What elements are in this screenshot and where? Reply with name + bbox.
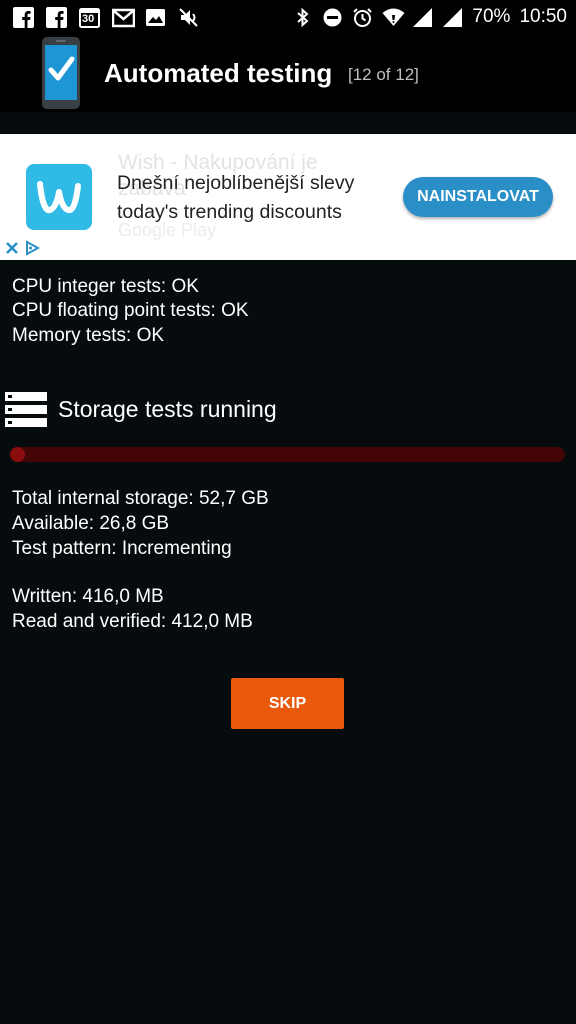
gallery-icon (145, 7, 166, 28)
ad-banner[interactable]: Wish - Nakupování je zábava Google Play … (0, 134, 576, 260)
close-icon[interactable] (4, 240, 20, 256)
signal-icon (442, 7, 463, 28)
signal-icon (412, 7, 433, 28)
bluetooth-icon (292, 7, 313, 28)
facebook-icon (46, 6, 67, 28)
total-storage: Total internal storage: 52,7 GB (12, 488, 269, 509)
calendar-icon: 30 (79, 7, 100, 28)
ad-subline[interactable]: today's trending discounts (117, 201, 342, 224)
cpu-float-result: CPU floating point tests: OK (12, 300, 249, 321)
wish-logo[interactable] (26, 164, 92, 230)
storage-progress-fill (10, 447, 25, 462)
cpu-integer-result: CPU integer tests: OK (12, 276, 199, 297)
system-icons: 70% 10:50 (283, 6, 567, 28)
gmail-icon (111, 7, 136, 28)
battery-percent: 70% (472, 6, 511, 27)
phone-check-icon (42, 37, 80, 109)
available-storage: Available: 26,8 GB (12, 513, 170, 534)
calendar-day: 30 (82, 12, 95, 25)
ad-choices-icon[interactable] (24, 240, 41, 256)
test-pattern: Test pattern: Incrementing (12, 538, 232, 559)
test-counter: [12 of 12] (348, 65, 419, 84)
dnd-icon (322, 7, 343, 28)
facebook-icon (13, 6, 34, 28)
status-bar: 30 70% 10:50 (0, 0, 576, 34)
ad-headline[interactable]: Dnešní nejoblíbenější slevy (117, 172, 354, 195)
page-title: Automated testing (104, 58, 333, 88)
storage-status-title: Storage tests running (58, 396, 277, 422)
clock: 10:50 (519, 6, 567, 27)
skip-button[interactable]: SKIP (231, 678, 344, 729)
wifi-icon (382, 7, 405, 28)
read-verified-amount: Read and verified: 412,0 MB (12, 611, 253, 632)
memory-result: Memory tests: OK (12, 325, 165, 346)
mute-icon (178, 7, 199, 28)
app-bar: Automated testing [12 of 12] (0, 34, 576, 112)
install-button[interactable]: NAINSTALOVAT (403, 177, 553, 217)
storage-icon (5, 392, 47, 428)
storage-progress-bar (10, 447, 565, 462)
alarm-icon (352, 7, 373, 28)
notification-icons: 30 (13, 6, 211, 28)
written-amount: Written: 416,0 MB (12, 586, 164, 607)
